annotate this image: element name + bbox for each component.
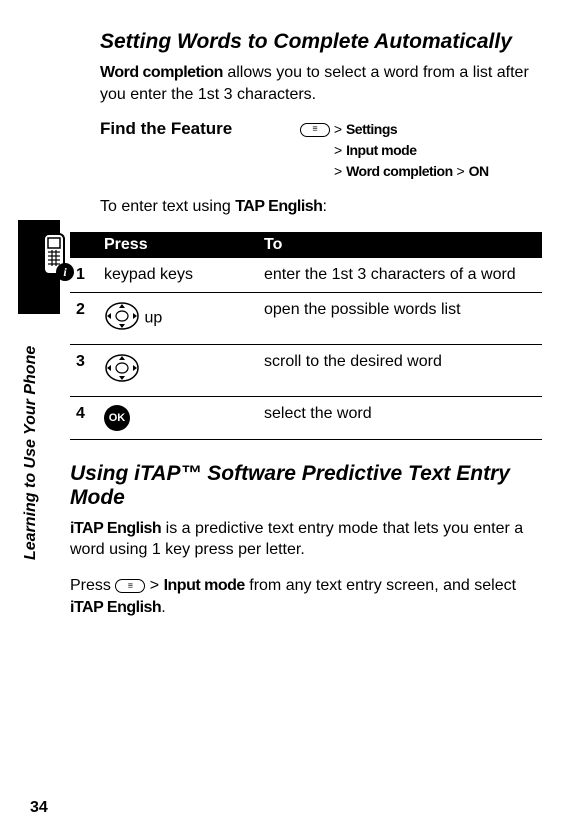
itap-paragraph-2: Press > Input mode from any text entry s… xyxy=(70,575,542,618)
table-row: 4 OK select the word xyxy=(70,396,542,439)
step-to: enter the 1st 3 characters of a word xyxy=(258,258,542,293)
table-row: 3 scroll to the desired word xyxy=(70,344,542,396)
heading-itap: Using iTAP™ Software Predictive Text Ent… xyxy=(70,462,542,510)
table-row: 2 up open the possible wo xyxy=(70,292,542,344)
p2-input-mode: Input mode xyxy=(164,577,245,594)
path-on: ON xyxy=(469,163,489,179)
menu-key-icon xyxy=(115,579,145,593)
sep4: > xyxy=(453,163,469,179)
sep1: > xyxy=(330,121,346,137)
step-press: keypad keys xyxy=(98,258,258,293)
step-press: OK xyxy=(98,396,258,439)
page-number: 34 xyxy=(30,799,48,817)
term-itap-english: iTAP English xyxy=(70,520,161,537)
step-to: scroll to the desired word xyxy=(258,344,542,396)
path-settings: Settings xyxy=(346,121,397,137)
menu-key-icon xyxy=(300,123,330,137)
intro-paragraph: Word completion allows you to select a w… xyxy=(100,62,542,105)
tap-english: TAP English xyxy=(235,198,322,215)
itap-paragraph-1: iTAP English is a predictive text entry … xyxy=(70,518,542,561)
ok-key-icon: OK xyxy=(104,405,130,431)
path-word-completion: Word completion xyxy=(346,163,453,179)
p2-itap-english: iTAP English xyxy=(70,599,161,616)
p2f: . xyxy=(161,599,165,616)
p2d: from any text entry screen, and select xyxy=(245,577,516,594)
p2b: > xyxy=(145,577,163,594)
term-word-completion: Word completion xyxy=(100,64,223,81)
nav-key-icon xyxy=(104,301,140,336)
enter-text-line: To enter text using TAP English: xyxy=(100,196,542,218)
phone-info-icon: i xyxy=(32,232,76,293)
press-extra: up xyxy=(144,310,162,327)
enter-post: : xyxy=(322,198,326,215)
p2a: Press xyxy=(70,577,115,594)
step-to: open the possible words list xyxy=(258,292,542,344)
steps-table: Press To 1 keypad keys enter the 1st 3 c… xyxy=(70,232,542,440)
step-num: 3 xyxy=(70,344,98,396)
sep2: > xyxy=(334,142,346,158)
enter-pre: To enter text using xyxy=(100,198,235,215)
col-head-press: Press xyxy=(98,232,258,258)
heading-word-completion: Setting Words to Complete Automatically xyxy=(100,30,542,54)
step-to: select the word xyxy=(258,396,542,439)
step-num: 2 xyxy=(70,292,98,344)
step-num: 4 xyxy=(70,396,98,439)
step-press: up xyxy=(98,292,258,344)
find-feature-block: Find the Feature > Settings > Input mode… xyxy=(100,119,542,182)
path-input-mode: Input mode xyxy=(346,142,416,158)
sep3: > xyxy=(334,163,346,179)
col-head-to: To xyxy=(258,232,542,258)
table-row: 1 keypad keys enter the 1st 3 characters… xyxy=(70,258,542,293)
step-press xyxy=(98,344,258,396)
find-feature-label: Find the Feature xyxy=(100,119,300,182)
menu-path: > Settings > Input mode > Word completio… xyxy=(300,119,489,182)
nav-key-icon xyxy=(104,353,140,388)
